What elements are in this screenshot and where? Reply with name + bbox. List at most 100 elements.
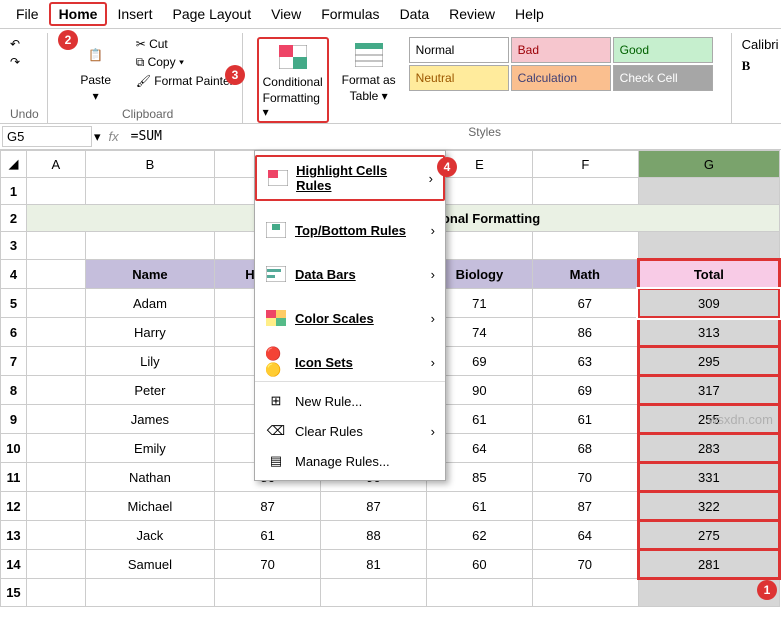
cell-name[interactable]: Lily xyxy=(85,347,214,376)
fx-icon[interactable]: fx xyxy=(101,129,127,144)
cell-name[interactable]: Jack xyxy=(85,521,214,550)
undo-icon[interactable]: ↶ xyxy=(10,37,20,51)
menu-formulas[interactable]: Formulas xyxy=(311,2,389,26)
cell-name[interactable]: James xyxy=(85,405,214,434)
cell[interactable] xyxy=(26,492,85,521)
cell-total[interactable]: 309 xyxy=(638,289,779,318)
cell-total[interactable]: 281 xyxy=(638,550,779,579)
header-math[interactable]: Math xyxy=(532,260,638,289)
menu-icon-sets[interactable]: 🔴🟡 Icon Sets› xyxy=(255,347,445,377)
cell[interactable] xyxy=(26,178,85,205)
cell[interactable] xyxy=(26,405,85,434)
rowhead[interactable]: 2 xyxy=(1,205,27,232)
rowhead[interactable]: 14 xyxy=(1,550,27,579)
cell[interactable] xyxy=(85,232,214,260)
menu-manage-rules[interactable]: ▤Manage Rules... xyxy=(255,446,445,476)
rowhead[interactable]: 3 xyxy=(1,232,27,260)
cell-english[interactable]: 87 xyxy=(321,492,427,521)
rowhead[interactable]: 12 xyxy=(1,492,27,521)
cell[interactable] xyxy=(26,376,85,405)
copy-button[interactable]: ⧉ Copy ▾ xyxy=(136,55,234,70)
menu-view[interactable]: View xyxy=(261,2,311,26)
cell-english[interactable]: 88 xyxy=(321,521,427,550)
conditional-formatting-button[interactable]: Conditional Formatting ▾ xyxy=(257,37,329,123)
menu-file[interactable]: File xyxy=(6,2,49,26)
cell-total[interactable]: 275 xyxy=(638,521,779,550)
menu-highlight-cells-rules[interactable]: Highlight Cells Rules› xyxy=(255,155,445,201)
bold-button[interactable]: B xyxy=(742,58,779,74)
cell[interactable] xyxy=(26,550,85,579)
cell-name[interactable]: Nathan xyxy=(85,463,214,492)
select-all-corner[interactable]: ◢ xyxy=(1,151,27,178)
cell[interactable] xyxy=(26,232,85,260)
cell[interactable] xyxy=(26,579,85,607)
cell[interactable] xyxy=(426,579,532,607)
cell-math[interactable]: 70 xyxy=(532,463,638,492)
cell-math[interactable]: 70 xyxy=(532,550,638,579)
redo-icon[interactable]: ↷ xyxy=(10,55,20,69)
cut-button[interactable]: ✂ Cut xyxy=(136,37,234,51)
cell-history[interactable]: 87 xyxy=(215,492,321,521)
menu-clear-rules[interactable]: ⌫Clear Rules› xyxy=(255,416,445,446)
cell-biology[interactable]: 60 xyxy=(426,550,532,579)
cell-math[interactable]: 68 xyxy=(532,434,638,463)
cell[interactable] xyxy=(321,579,427,607)
cell[interactable] xyxy=(532,579,638,607)
cell[interactable] xyxy=(85,579,214,607)
menu-home[interactable]: Home xyxy=(49,2,108,26)
cell[interactable] xyxy=(532,178,638,205)
cell-styles-gallery[interactable]: Normal Bad Good Neutral Calculation Chec… xyxy=(409,37,713,91)
menu-page-layout[interactable]: Page Layout xyxy=(162,2,261,26)
cell[interactable] xyxy=(26,463,85,492)
cell-history[interactable]: 61 xyxy=(215,521,321,550)
cell[interactable] xyxy=(26,289,85,318)
cell-biology[interactable]: 61 xyxy=(426,492,532,521)
font-name-selector[interactable]: Calibri xyxy=(742,37,779,52)
cell-name[interactable]: Emily xyxy=(85,434,214,463)
menu-data[interactable]: Data xyxy=(390,2,440,26)
header-total[interactable]: Total xyxy=(638,260,779,289)
cell[interactable] xyxy=(26,434,85,463)
cell-math[interactable]: 86 xyxy=(532,318,638,347)
colhead-a[interactable]: A xyxy=(26,151,85,178)
rowhead[interactable]: 5 xyxy=(1,289,27,318)
rowhead[interactable]: 11 xyxy=(1,463,27,492)
format-painter-button[interactable]: 🖌 Format Painter xyxy=(136,74,234,88)
rowhead[interactable]: 8 xyxy=(1,376,27,405)
cell-total[interactable]: 322 xyxy=(638,492,779,521)
cell[interactable] xyxy=(638,232,779,260)
cell-math[interactable]: 87 xyxy=(532,492,638,521)
header-name[interactable]: Name xyxy=(85,260,214,289)
menu-new-rule[interactable]: ⊞New Rule... xyxy=(255,386,445,416)
cell-math[interactable]: 64 xyxy=(532,521,638,550)
cell-math[interactable]: 69 xyxy=(532,376,638,405)
cell-total[interactable]: 283 xyxy=(638,434,779,463)
cell-total[interactable]: 295 xyxy=(638,347,779,376)
cell-english[interactable]: 81 xyxy=(321,550,427,579)
cell-name[interactable]: Harry xyxy=(85,318,214,347)
menu-top-bottom-rules[interactable]: Top/Bottom Rules› xyxy=(255,215,445,245)
cell-math[interactable]: 67 xyxy=(532,289,638,318)
cell[interactable] xyxy=(532,232,638,260)
cell-history[interactable]: 70 xyxy=(215,550,321,579)
cell-name[interactable]: Samuel xyxy=(85,550,214,579)
menu-help[interactable]: Help xyxy=(505,2,554,26)
rowhead[interactable]: 6 xyxy=(1,318,27,347)
cell-biology[interactable]: 62 xyxy=(426,521,532,550)
cell-math[interactable]: 61 xyxy=(532,405,638,434)
rowhead[interactable]: 1 xyxy=(1,178,27,205)
rowhead[interactable]: 7 xyxy=(1,347,27,376)
rowhead[interactable]: 15 xyxy=(1,579,27,607)
menu-data-bars[interactable]: Data Bars› xyxy=(255,259,445,289)
colhead-b[interactable]: B xyxy=(85,151,214,178)
cell-total[interactable]: 317 xyxy=(638,376,779,405)
format-as-table-button[interactable]: Format as Table ▾ xyxy=(335,37,403,105)
cell[interactable] xyxy=(26,318,85,347)
cell[interactable] xyxy=(85,178,214,205)
cell[interactable] xyxy=(26,347,85,376)
cell-name[interactable]: Adam xyxy=(85,289,214,318)
menu-review[interactable]: Review xyxy=(439,2,505,26)
colhead-g[interactable]: G xyxy=(638,151,779,178)
cell[interactable] xyxy=(26,521,85,550)
rowhead[interactable]: 10 xyxy=(1,434,27,463)
